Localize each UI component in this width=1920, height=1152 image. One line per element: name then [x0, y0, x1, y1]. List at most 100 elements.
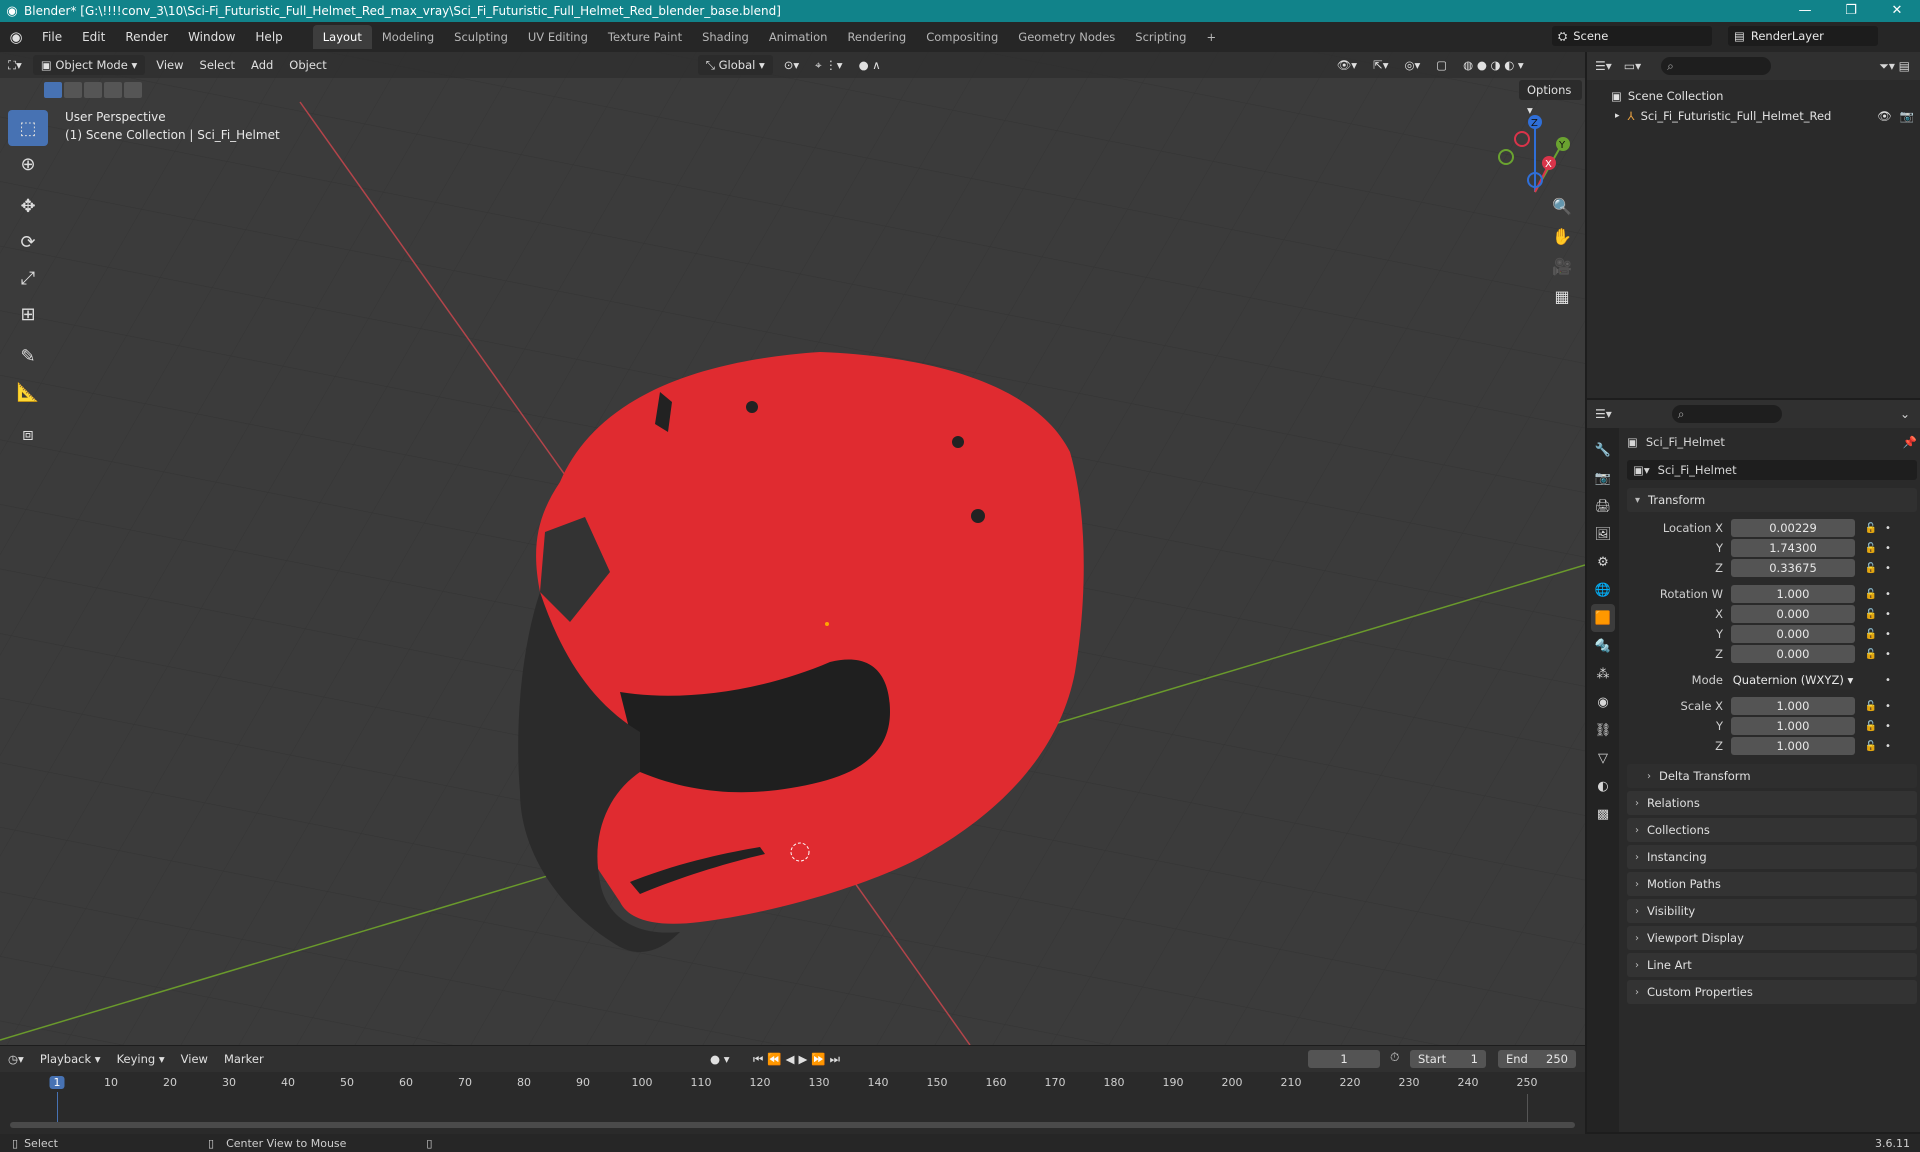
ortho-grid-icon[interactable]: ▦: [1548, 282, 1576, 310]
expand-arrow-icon[interactable]: ▸: [1615, 111, 1620, 121]
instancing-panel[interactable]: › Instancing: [1627, 845, 1917, 869]
camera-view-icon[interactable]: 🎥: [1548, 252, 1576, 280]
location-x-field[interactable]: 0.00229: [1731, 519, 1855, 537]
collections-panel[interactable]: › Collections: [1627, 818, 1917, 842]
record-button-icon[interactable]: ● ▾: [702, 1049, 737, 1069]
playhead-frame-label[interactable]: 1: [49, 1076, 65, 1089]
tab-modeling[interactable]: Modeling: [372, 25, 444, 49]
lock-icon[interactable]: 🔓: [1861, 629, 1881, 640]
object-datablock-field[interactable]: ▣▾ Sci_Fi_Helmet: [1627, 460, 1917, 480]
lock-icon[interactable]: 🔓: [1861, 543, 1881, 554]
tab-uv-editing[interactable]: UV Editing: [518, 25, 598, 49]
gizmo-toggle-icon[interactable]: ⇱▾: [1365, 55, 1396, 75]
frame-ruler[interactable]: 1 10 20 30 40 50 60 70 80 90 100 110 120…: [0, 1076, 1585, 1094]
menu-window[interactable]: Window: [178, 30, 245, 44]
menu-select[interactable]: Select: [192, 55, 243, 75]
select-subtract-icon[interactable]: [84, 82, 102, 98]
transform-panel-header[interactable]: ▾ Transform: [1627, 488, 1917, 512]
keyframe-dot-icon[interactable]: •: [1881, 589, 1895, 600]
outliner-editor-icon[interactable]: ☰▾: [1595, 59, 1612, 73]
tab-sculpting[interactable]: Sculpting: [444, 25, 518, 49]
pivot-icon[interactable]: ⊙▾: [776, 55, 807, 75]
custom-properties-panel[interactable]: › Custom Properties: [1627, 980, 1917, 1004]
display-mode-icon[interactable]: ▭▾: [1624, 59, 1641, 73]
overlay-toggle-icon[interactable]: ◎▾: [1396, 55, 1428, 75]
tab-scripting[interactable]: Scripting: [1125, 25, 1196, 49]
location-z-field[interactable]: 0.33675: [1731, 559, 1855, 577]
rotate-tool-icon[interactable]: ⟳: [8, 224, 48, 260]
playback-controls-icon[interactable]: ⏮⏪◀▶⏩⏭: [745, 1049, 852, 1069]
visibility-panel[interactable]: › Visibility: [1627, 899, 1917, 923]
keyframe-dot-icon[interactable]: •: [1881, 675, 1895, 686]
collapse-chevron-icon[interactable]: ⌄: [1900, 407, 1910, 421]
rotation-w-field[interactable]: 1.000: [1731, 585, 1855, 603]
snap-icon[interactable]: ⌖ ⋮▾: [807, 55, 850, 75]
options-dropdown[interactable]: Options ▾: [1519, 80, 1582, 117]
transform-tool-icon[interactable]: ⊞: [8, 296, 48, 332]
modifier-tab-icon[interactable]: 🔩: [1591, 632, 1615, 660]
keyframe-dot-icon[interactable]: •: [1881, 629, 1895, 640]
orientation-dropdown[interactable]: ⤡ Global ▾: [697, 55, 773, 75]
tab-animation[interactable]: Animation: [759, 25, 838, 49]
visibility-icon[interactable]: 👁▾: [1329, 55, 1365, 75]
pan-hand-icon[interactable]: ✋: [1548, 222, 1576, 250]
current-frame-field[interactable]: 1: [1308, 1050, 1380, 1068]
texture-tab-icon[interactable]: ▩: [1591, 800, 1615, 828]
object-tab-icon[interactable]: 🟧: [1591, 604, 1615, 632]
lock-icon[interactable]: 🔓: [1861, 563, 1881, 574]
end-frame-field[interactable]: End 250: [1498, 1050, 1576, 1068]
scale-tool-icon[interactable]: ⤢: [8, 260, 48, 296]
render-tab-icon[interactable]: 📷: [1591, 464, 1615, 492]
keyframe-dot-icon[interactable]: •: [1881, 609, 1895, 620]
visibility-eye-icon[interactable]: 👁: [1877, 109, 1892, 123]
add-workspace-button[interactable]: +: [1196, 25, 1226, 49]
constraints-tab-icon[interactable]: ⛓: [1591, 716, 1615, 744]
line-art-panel[interactable]: › Line Art: [1627, 953, 1917, 977]
menu-render[interactable]: Render: [115, 30, 178, 44]
select-intersect-icon[interactable]: [124, 82, 142, 98]
scene-selector[interactable]: ⛭ Scene: [1552, 26, 1712, 46]
scale-y-field[interactable]: 1.000: [1731, 717, 1855, 735]
render-layer-selector[interactable]: ▤ RenderLayer: [1728, 26, 1878, 46]
select-box-icon[interactable]: ⬚: [8, 110, 48, 146]
properties-search[interactable]: ⌕: [1671, 405, 1782, 423]
location-y-field[interactable]: 1.74300: [1731, 539, 1855, 557]
menu-marker[interactable]: Marker: [216, 1049, 272, 1069]
properties-editor-icon[interactable]: ☰▾: [1595, 407, 1612, 421]
delta-transform-subpanel[interactable]: › Delta Transform: [1627, 764, 1917, 788]
viewport-display-panel[interactable]: › Viewport Display: [1627, 926, 1917, 950]
measure-tool-icon[interactable]: 📐: [8, 374, 48, 410]
lock-icon[interactable]: 🔓: [1861, 741, 1881, 752]
particles-tab-icon[interactable]: ⁂: [1591, 660, 1615, 688]
menu-playback[interactable]: Playback ▾: [32, 1049, 109, 1069]
lock-icon[interactable]: 🔓: [1861, 649, 1881, 660]
outliner-row-scene-collection[interactable]: ▣ Scene Collection: [1587, 86, 1920, 106]
menu-help[interactable]: Help: [245, 30, 292, 44]
material-tab-icon[interactable]: ◐: [1591, 772, 1615, 800]
3d-viewport[interactable]: Z Y X ⛶▾ ▣ Object Mode ▾ View Select Add…: [0, 52, 1585, 1045]
cursor-tool-icon[interactable]: ⊕: [8, 146, 48, 182]
scale-z-field[interactable]: 1.000: [1731, 737, 1855, 755]
tab-compositing[interactable]: Compositing: [916, 25, 1008, 49]
tool-tab-icon[interactable]: 🔧: [1591, 436, 1615, 464]
rotation-mode-dropdown[interactable]: Quaternion (WXYZ) ▾: [1731, 671, 1855, 689]
shading-modes-icon[interactable]: ◍ ● ◑ ◐ ▾: [1455, 55, 1532, 75]
menu-object[interactable]: Object: [281, 55, 334, 75]
select-extend-icon[interactable]: [64, 82, 82, 98]
menu-timeline-view[interactable]: View: [173, 1049, 216, 1069]
move-tool-icon[interactable]: ✥: [8, 188, 48, 224]
timeline-editor-icon[interactable]: ◷▾: [0, 1049, 32, 1069]
keyframe-dot-icon[interactable]: •: [1881, 563, 1895, 574]
keyframe-dot-icon[interactable]: •: [1881, 741, 1895, 752]
add-cube-tool-icon[interactable]: ⧈: [8, 416, 48, 452]
render-camera-icon[interactable]: 📷: [1900, 109, 1914, 123]
lock-icon[interactable]: 🔓: [1861, 701, 1881, 712]
maximize-button[interactable]: ❐: [1828, 0, 1874, 22]
keyframe-dot-icon[interactable]: •: [1881, 543, 1895, 554]
lock-icon[interactable]: 🔓: [1861, 523, 1881, 534]
menu-edit[interactable]: Edit: [72, 30, 115, 44]
stopwatch-icon[interactable]: ⏱: [1390, 1050, 1399, 1065]
menu-view[interactable]: View: [148, 55, 191, 75]
tab-shading[interactable]: Shading: [692, 25, 759, 49]
select-new-icon[interactable]: [44, 82, 62, 98]
